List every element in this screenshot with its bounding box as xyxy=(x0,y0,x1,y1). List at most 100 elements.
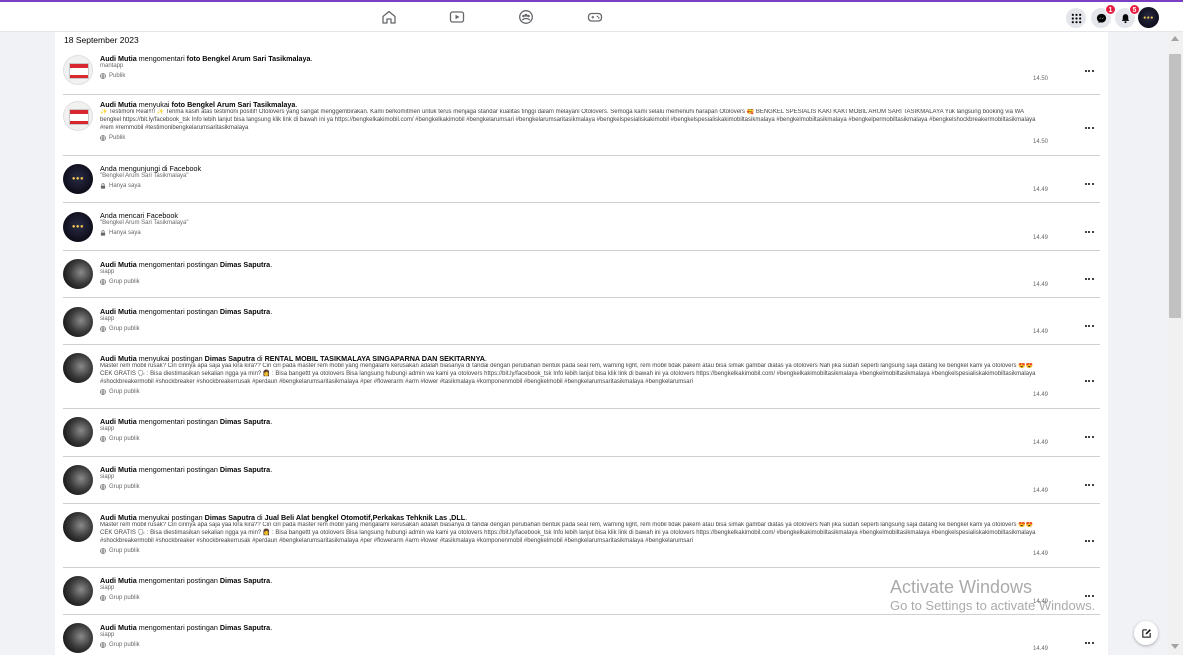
globe-icon xyxy=(100,548,106,554)
more-options-icon[interactable] xyxy=(1082,124,1096,132)
gaming-icon[interactable] xyxy=(587,9,603,25)
target-link[interactable]: Dimas Saputra xyxy=(205,354,255,363)
activity-detail: siapp xyxy=(100,426,115,432)
profile-avatar[interactable]: ●●● xyxy=(1138,7,1159,28)
more-options-icon[interactable] xyxy=(1082,275,1096,283)
target-link[interactable]: Dimas Saputra xyxy=(220,576,270,585)
globe-icon xyxy=(100,594,106,601)
globe-icon xyxy=(100,389,106,395)
activity-time: 14.49 xyxy=(1032,235,1048,241)
page-avatar[interactable]: ●●● xyxy=(63,212,93,242)
more-options-icon[interactable] xyxy=(1082,481,1096,489)
target-link[interactable]: Dimas Saputra xyxy=(220,260,270,269)
activity-time: 14.49 xyxy=(1032,599,1048,605)
privacy-label: Grup publik xyxy=(100,483,1040,491)
compose-button[interactable] xyxy=(1134,621,1158,645)
globe-icon xyxy=(100,135,106,141)
actor-name[interactable]: Audi Mutia xyxy=(100,465,137,474)
more-options-icon[interactable] xyxy=(1082,67,1096,75)
user-avatar[interactable] xyxy=(63,623,93,653)
globe-icon xyxy=(100,483,106,490)
user-avatar[interactable] xyxy=(63,259,93,289)
more-options-icon[interactable] xyxy=(1082,592,1096,600)
activity-detail: Master rem mobil rusak? Ciri cirinya apa… xyxy=(100,522,1036,544)
more-options-icon[interactable] xyxy=(1082,377,1096,385)
group-link[interactable]: RENTAL MOBIL TASIKMALAYA SINGAPARNA DAN … xyxy=(265,354,485,363)
watch-icon[interactable] xyxy=(449,9,465,25)
target-link[interactable]: Dimas Saputra xyxy=(220,307,270,316)
target-link[interactable]: Dimas Saputra xyxy=(220,623,270,632)
activity-item: Audi Mutia mengomentari postingan Dimas … xyxy=(63,457,1100,504)
user-avatar[interactable] xyxy=(63,307,93,337)
globe-icon xyxy=(100,278,106,285)
activity-item: ●●● Anda mencari Facebook "Bengkel Arum … xyxy=(63,203,1100,251)
actor-name[interactable]: Audi Mutia xyxy=(100,623,137,632)
more-options-icon[interactable] xyxy=(1082,639,1096,647)
target-link[interactable]: Dimas Saputra xyxy=(205,513,255,522)
activity-headline: Audi Mutia mengomentari postingan Dimas … xyxy=(100,417,273,426)
scroll-down-arrow-icon[interactable] xyxy=(1171,644,1179,649)
privacy-label: Grup publik xyxy=(100,325,1040,333)
activity-detail: "Bengkel Arum Sari Tasikmalaya" xyxy=(100,220,189,226)
activity-time: 14.49 xyxy=(1032,392,1048,398)
actor-name[interactable]: Audi Mutia xyxy=(100,260,137,269)
activity-item: Audi Mutia mengomentari foto Bengkel Aru… xyxy=(63,51,1100,95)
activity-time: 14.50 xyxy=(1032,76,1048,82)
activity-time: 14.49 xyxy=(1032,440,1048,446)
target-link[interactable]: foto Bengkel Arum Sari Tasikmalaya xyxy=(172,100,296,109)
actor-name[interactable]: Audi Mutia xyxy=(100,417,137,426)
lock-icon xyxy=(100,183,106,189)
activity-item: Audi Mutia mengomentari postingan Dimas … xyxy=(63,568,1100,615)
activity-detail: siapp xyxy=(100,585,115,591)
more-options-icon[interactable] xyxy=(1082,433,1096,441)
privacy-label: Grup publik xyxy=(100,388,1040,396)
user-avatar[interactable] xyxy=(63,465,93,495)
messenger-icon[interactable]: 1 xyxy=(1091,4,1116,28)
globe-icon xyxy=(100,325,106,332)
activity-item: Audi Mutia mengomentari postingan Dimas … xyxy=(63,251,1100,298)
activity-detail: "Bengkel Arum Sari Tasikmalaya" xyxy=(100,173,189,179)
actor-name[interactable]: Audi Mutia xyxy=(100,576,137,585)
target-link[interactable]: foto Bengkel Arum Sari Tasikmalaya xyxy=(187,54,311,63)
privacy-label: Grup publik xyxy=(100,641,1040,649)
privacy-label: Grup publik xyxy=(100,594,1040,602)
activity-item: Audi Mutia menyukai postingan Dimas Sapu… xyxy=(63,504,1100,568)
menu-grid-icon[interactable] xyxy=(1066,8,1086,28)
more-options-icon[interactable] xyxy=(1082,180,1096,188)
page-avatar[interactable]: ●●● xyxy=(63,164,93,194)
user-avatar[interactable] xyxy=(63,417,93,447)
scrollbar-thumb[interactable] xyxy=(1169,54,1181,318)
scroll-up-arrow-icon[interactable] xyxy=(1171,36,1179,41)
globe-icon xyxy=(100,72,106,79)
actor-name[interactable]: Audi Mutia xyxy=(100,513,137,522)
bengkel-photo-thumbnail[interactable] xyxy=(63,55,93,85)
target-link[interactable]: Dimas Saputra xyxy=(220,465,270,474)
activity-headline: Anda mencari Facebook xyxy=(100,211,178,220)
more-options-icon[interactable] xyxy=(1082,228,1096,236)
groups-icon[interactable] xyxy=(518,9,534,25)
actor-name[interactable]: Audi Mutia xyxy=(100,354,137,363)
activity-headline: Audi Mutia menyukai postingan Dimas Sapu… xyxy=(100,354,487,363)
actor-name[interactable]: Audi Mutia xyxy=(100,307,137,316)
privacy-label: Hanya saya xyxy=(100,229,1040,237)
actor-name[interactable]: Audi Mutia xyxy=(100,54,137,63)
bengkel-photo-thumbnail[interactable] xyxy=(63,101,93,131)
user-avatar[interactable] xyxy=(63,576,93,606)
group-link[interactable]: Jual Beli Alat bengkel Otomotif,Perkakas… xyxy=(265,513,466,522)
page-scrollbar[interactable] xyxy=(1167,32,1183,655)
actor-name[interactable]: Audi Mutia xyxy=(100,100,137,109)
activity-headline: Audi Mutia mengomentari postingan Dimas … xyxy=(100,307,273,316)
privacy-label: Grup publik xyxy=(100,278,1040,286)
more-options-icon[interactable] xyxy=(1082,537,1096,545)
activity-headline: Audi Mutia mengomentari postingan Dimas … xyxy=(100,465,273,474)
activity-headline: Audi Mutia mengomentari postingan Dimas … xyxy=(100,623,273,632)
home-icon[interactable] xyxy=(381,9,397,25)
more-options-icon[interactable] xyxy=(1082,322,1096,330)
notifications-icon[interactable]: 5 xyxy=(1115,4,1140,28)
target-link[interactable]: Dimas Saputra xyxy=(220,417,270,426)
activity-detail: mantapp xyxy=(100,63,124,69)
lock-icon xyxy=(100,230,106,236)
user-avatar[interactable] xyxy=(63,512,93,542)
activity-headline: Audi Mutia menyukai postingan Dimas Sapu… xyxy=(100,513,468,522)
user-avatar[interactable] xyxy=(63,353,93,383)
